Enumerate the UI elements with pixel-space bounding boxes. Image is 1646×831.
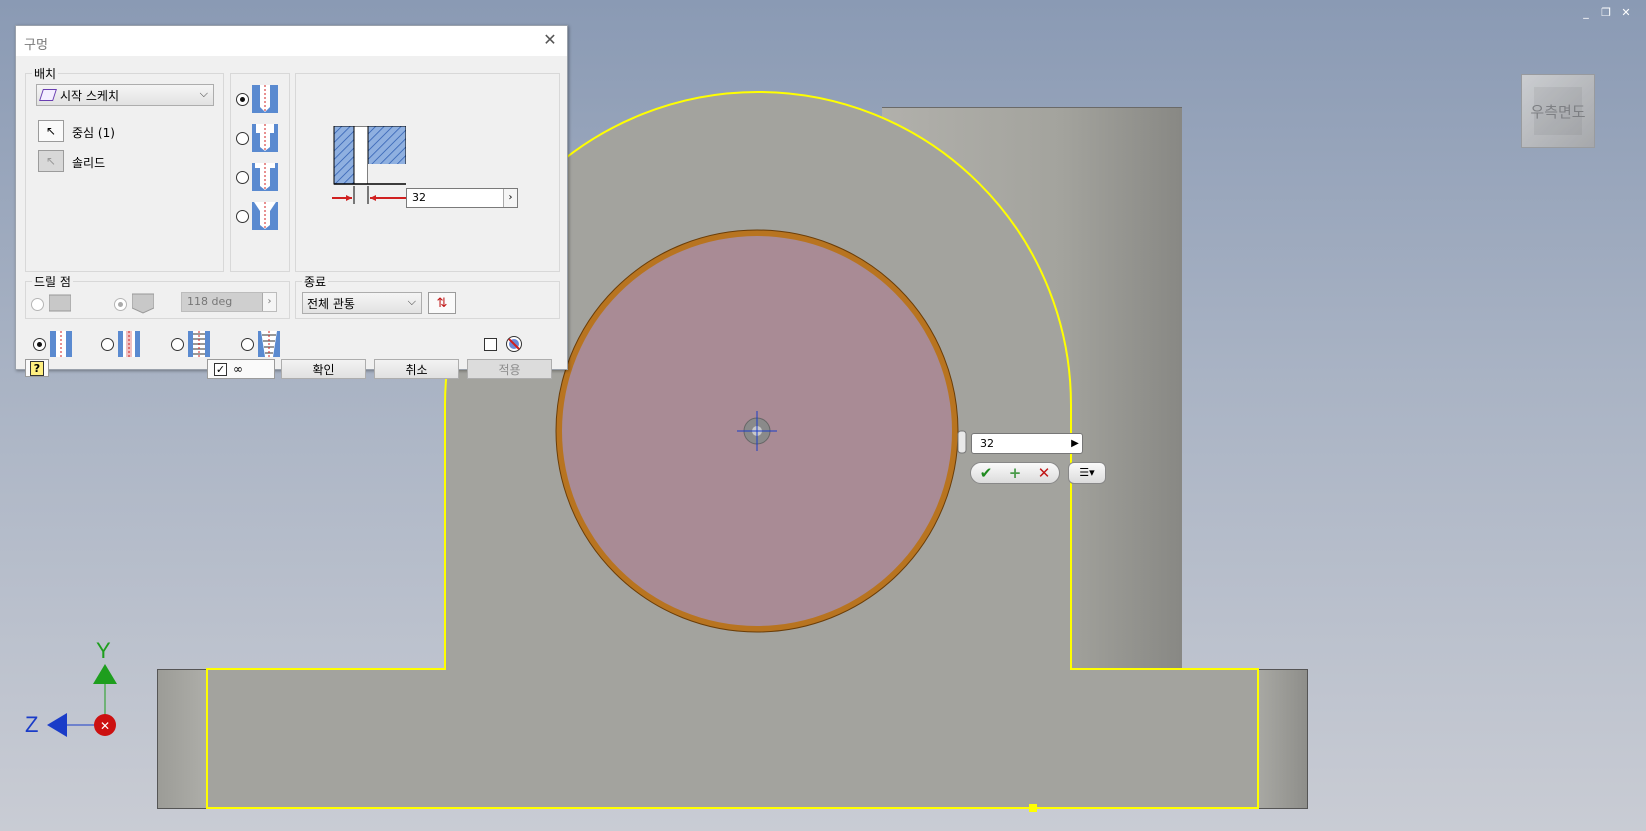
- angle-point-icon: [132, 293, 154, 314]
- z-axis-arrow-icon: [47, 713, 67, 737]
- drill-angle-input[interactable]: 118 deg ›: [181, 292, 277, 312]
- apply-check-icon[interactable]: ✔: [973, 464, 999, 482]
- drill-point-angle-radio[interactable]: [114, 298, 127, 311]
- chevron-down-icon: ⌵: [199, 87, 208, 100]
- y-axis-label: Y: [96, 638, 111, 663]
- style-simple-radio[interactable]: [33, 338, 46, 351]
- solid-select-button[interactable]: ↖: [38, 150, 64, 172]
- ok-button[interactable]: 확인: [281, 359, 366, 379]
- chevron-down-icon: ⌵: [407, 295, 416, 308]
- centers-select-button[interactable]: ↖: [38, 120, 64, 142]
- hole-section-preview: [332, 126, 406, 204]
- style-clearance-radio[interactable]: [101, 338, 114, 351]
- dialog-close-icon[interactable]: ✕: [539, 30, 561, 52]
- drill-angle-value: 118 deg: [187, 295, 233, 308]
- placement-legend: 배치: [32, 65, 59, 82]
- cancel-x-icon[interactable]: ✕: [1031, 464, 1057, 482]
- glasses-icon: ∞: [233, 362, 243, 376]
- sketch-plane-icon: [39, 89, 57, 101]
- preview-diameter-spin-icon[interactable]: ›: [503, 189, 517, 207]
- centers-label: 중심 (1): [72, 126, 115, 140]
- heads-up-spin-arrow-icon[interactable]: ▶: [1068, 434, 1082, 453]
- style-taper-tapped-radio[interactable]: [241, 338, 254, 351]
- midpoint-handle[interactable]: [1029, 804, 1037, 812]
- clearance-style-icon: [118, 331, 140, 357]
- hole-type-spotface-radio[interactable]: [236, 171, 249, 184]
- preview-checkbox[interactable]: ✓: [214, 362, 227, 376]
- z-axis-label: Z: [25, 712, 39, 737]
- hole-type-countersink-radio[interactable]: [236, 210, 249, 223]
- flip-direction-icon: ⇅: [436, 295, 448, 311]
- preview-diameter-value: 32: [412, 191, 426, 204]
- heads-up-menu-icon[interactable]: ☰▾: [1068, 462, 1106, 484]
- countersink-hole-icon: [252, 202, 278, 230]
- hole-type-counterbore-radio[interactable]: [236, 132, 249, 145]
- add-plus-icon[interactable]: +: [1002, 464, 1028, 482]
- infer-ifeatures-checkbox[interactable]: [484, 338, 497, 351]
- termination-value: 전체 관통: [307, 296, 355, 311]
- solid-label: 솔리드: [72, 156, 106, 170]
- drill-point-flat-radio[interactable]: [31, 298, 44, 311]
- style-tapped-radio[interactable]: [171, 338, 184, 351]
- cancel-button[interactable]: 취소: [374, 359, 459, 379]
- placement-type-value: 시작 스케치: [60, 88, 120, 103]
- apply-button[interactable]: 적용: [467, 359, 552, 379]
- dialog-title: 구멍: [24, 38, 48, 53]
- cosmetic-thread-icon[interactable]: [505, 335, 523, 353]
- y-axis-arrow-icon: [93, 664, 117, 684]
- flip-direction-button[interactable]: ⇅: [428, 292, 456, 314]
- help-icon: ?: [29, 360, 45, 376]
- tapped-style-icon: [188, 331, 210, 357]
- x-axis-marker: ✕: [100, 719, 110, 733]
- termination-dropdown[interactable]: 전체 관통 ⌵: [302, 292, 422, 314]
- heads-up-diameter-input[interactable]: 32: [971, 433, 1083, 454]
- simple-style-icon: [50, 331, 72, 357]
- heads-up-action-bar: ✔ + ✕: [970, 462, 1060, 484]
- preview-toggle[interactable]: ✓ ∞: [207, 359, 275, 379]
- preview-diameter-input[interactable]: 32 ›: [406, 188, 518, 208]
- dimension-grip[interactable]: [957, 430, 967, 454]
- drill-point-legend: 드릴 점: [32, 273, 73, 290]
- flat-point-icon: [49, 294, 71, 312]
- dialog-titlebar: 구멍 ✕: [16, 26, 567, 56]
- hole-dialog: 구멍 ✕ 배치 시작 스케치 ⌵ ↖ 중심 (1) ↖ 솔리드 32 › 드릴 …: [15, 25, 568, 379]
- termination-legend: 종료: [302, 273, 329, 290]
- simple-hole-icon: [252, 85, 278, 113]
- drill-angle-spin-icon[interactable]: ›: [262, 293, 276, 311]
- taper-tapped-style-icon: [258, 331, 280, 357]
- help-button[interactable]: ?: [25, 359, 49, 377]
- placement-type-dropdown[interactable]: 시작 스케치 ⌵: [36, 84, 214, 106]
- counterbore-hole-icon: [252, 124, 278, 152]
- spotface-hole-icon: [252, 163, 278, 191]
- hole-type-simple-radio[interactable]: [236, 93, 249, 106]
